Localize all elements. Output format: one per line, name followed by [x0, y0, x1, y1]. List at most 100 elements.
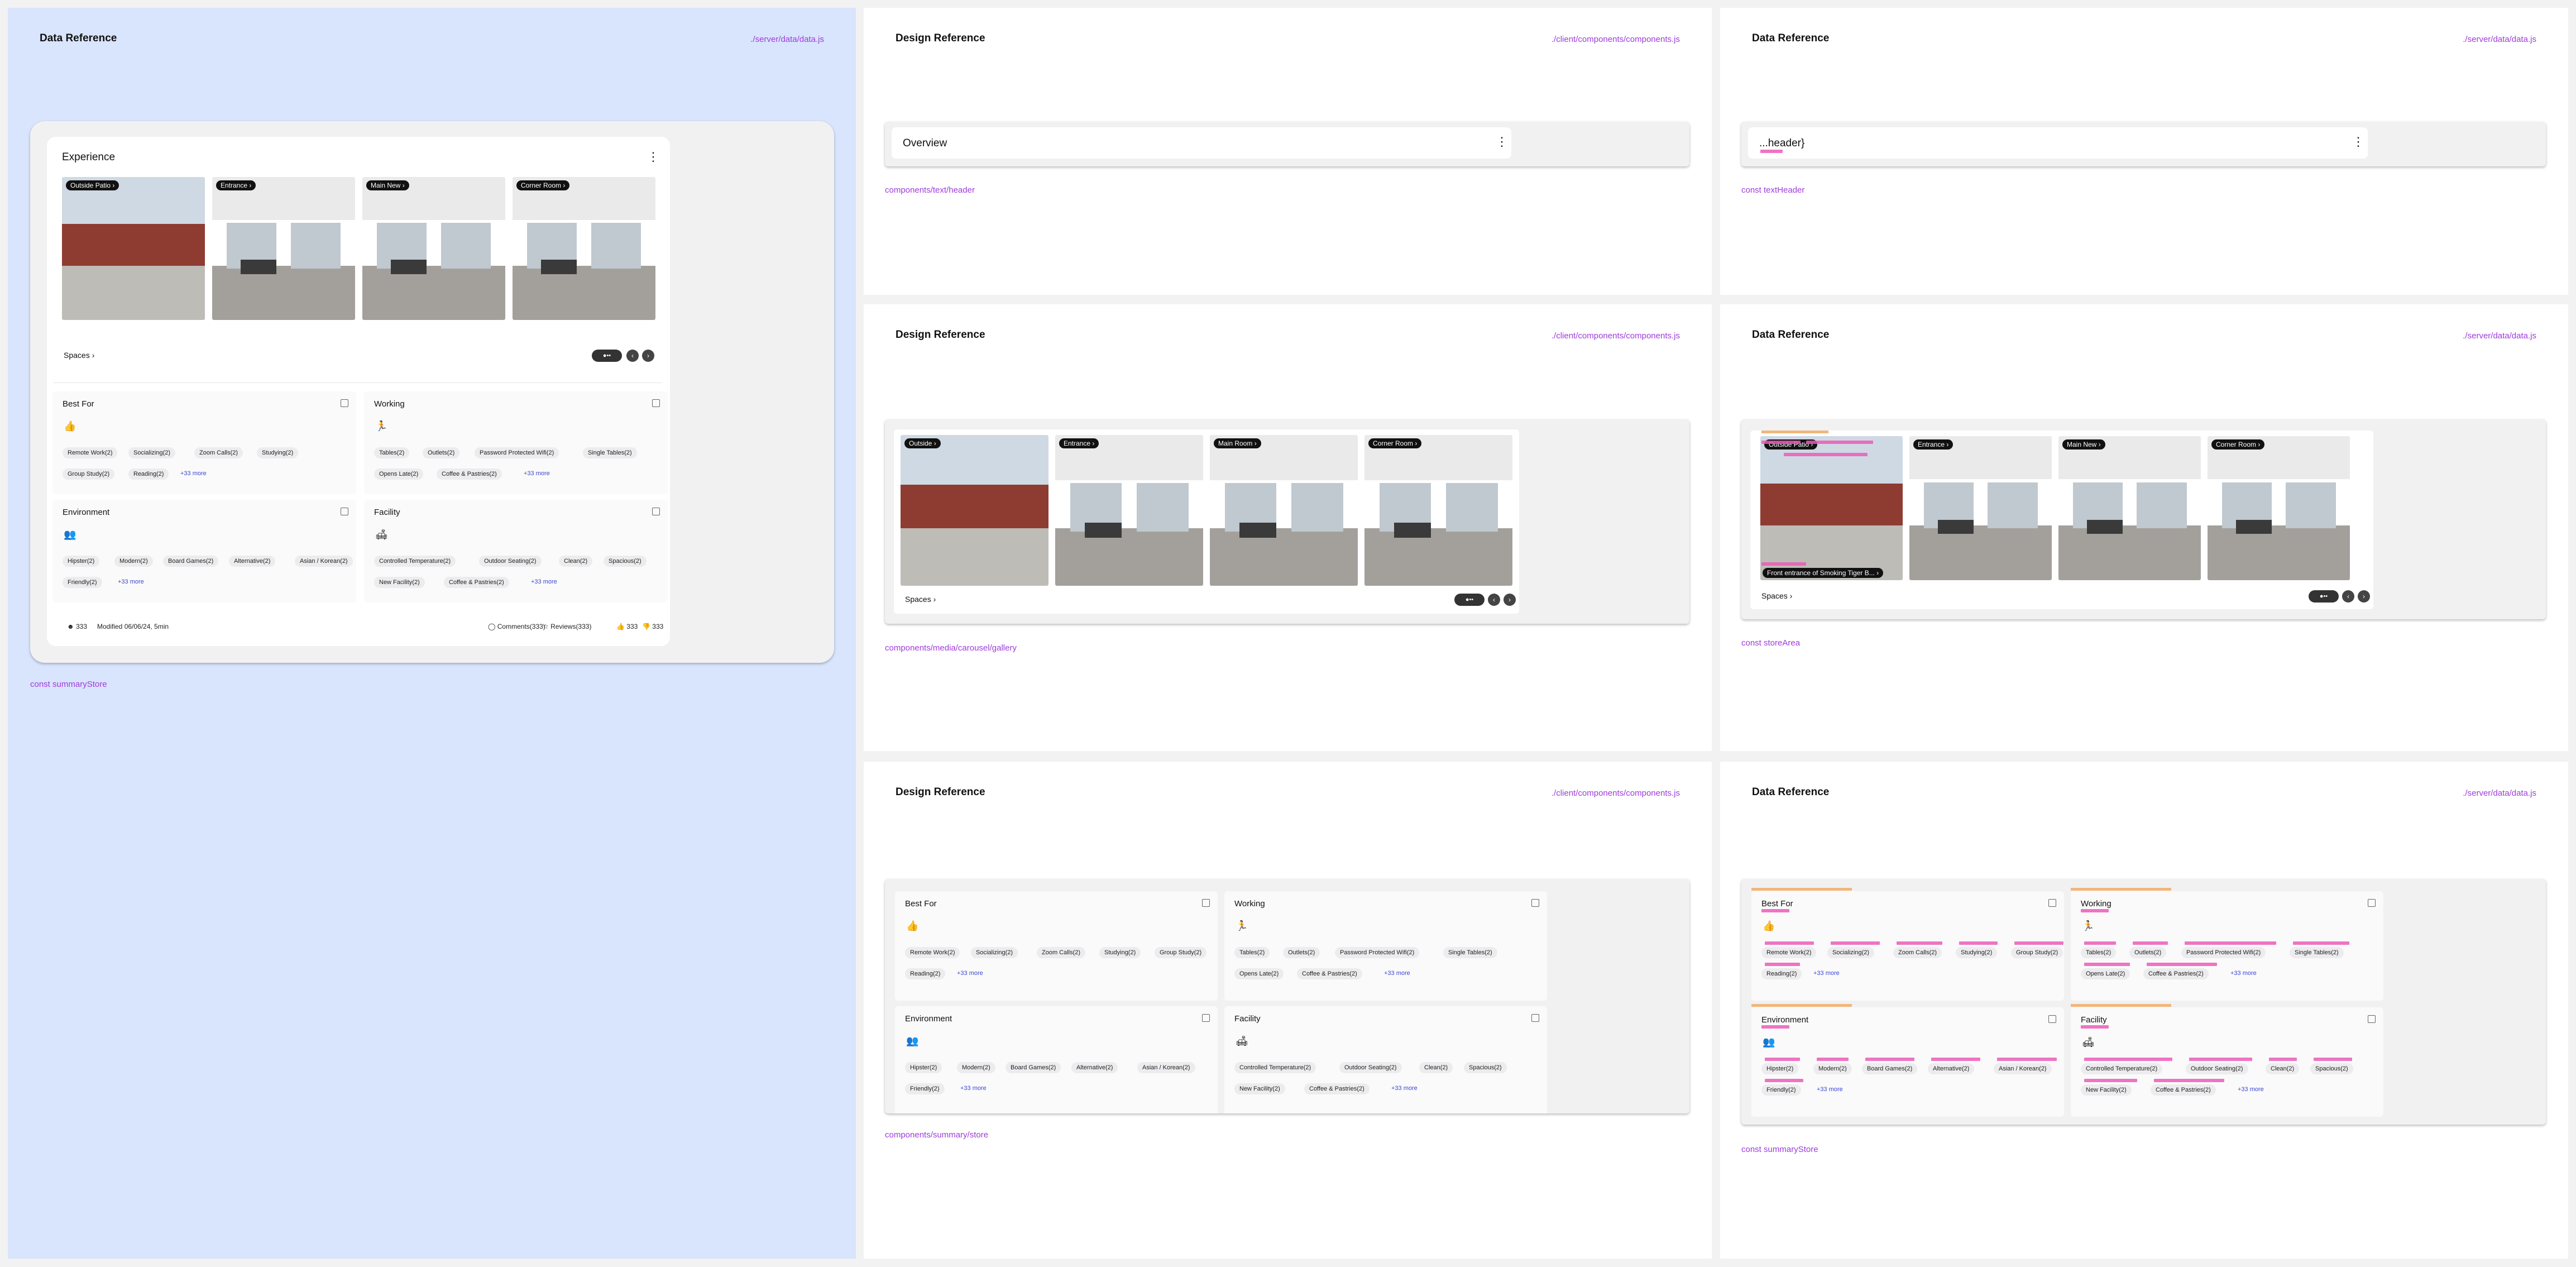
- tag-chip[interactable]: Hipster(2): [63, 556, 100, 567]
- tag-chip[interactable]: Friendly(2): [63, 577, 102, 588]
- component-link[interactable]: components/summary/store: [885, 1130, 988, 1140]
- tag-chip[interactable]: Password Protected Wifi(2): [475, 447, 559, 458]
- more-tags-link[interactable]: +33 more: [1817, 1086, 1843, 1093]
- gallery-photo[interactable]: Corner Room ›: [1364, 435, 1512, 586]
- gallery-photo[interactable]: Entrance ›: [1055, 435, 1203, 586]
- tag-chip[interactable]: Controlled Temperature(2): [1234, 1062, 1316, 1073]
- tag-chip[interactable]: Outdoor Seating(2): [2186, 1063, 2248, 1074]
- tag-chip[interactable]: Spacious(2): [2310, 1063, 2353, 1074]
- tag-chip[interactable]: Opens Late(2): [1234, 968, 1284, 979]
- carousel-prev-button[interactable]: ‹: [626, 350, 639, 362]
- more-tags-link[interactable]: +33 more: [960, 1085, 987, 1092]
- tag-chip[interactable]: Studying(2): [257, 447, 299, 458]
- tag-chip[interactable]: Password Protected Wifi(2): [2181, 947, 2266, 958]
- gallery-photo[interactable]: Main New ›: [2058, 436, 2201, 580]
- tag-chip[interactable]: Friendly(2): [1761, 1084, 1801, 1096]
- more-tags-link[interactable]: +33 more: [118, 578, 144, 585]
- more-tags-link[interactable]: +33 more: [957, 970, 983, 977]
- tag-chip[interactable]: Alternative(2): [1071, 1062, 1118, 1073]
- external-link-icon[interactable]: [1531, 1014, 1539, 1022]
- tag-chip[interactable]: Group Study(2): [2011, 947, 2063, 958]
- spaces-link[interactable]: Spaces ›: [64, 351, 94, 360]
- external-link-icon[interactable]: [1531, 899, 1539, 907]
- tag-chip[interactable]: Modern(2): [114, 556, 153, 567]
- tag-chip[interactable]: Board Games(2): [1005, 1062, 1061, 1073]
- tag-chip[interactable]: Controlled Temperature(2): [374, 556, 456, 567]
- more-options-icon[interactable]: ⋮: [1496, 136, 1508, 148]
- tag-chip[interactable]: Opens Late(2): [2081, 968, 2130, 979]
- tag-chip[interactable]: Outlets(2): [423, 447, 460, 458]
- more-tags-link[interactable]: +33 more: [2230, 970, 2257, 977]
- tag-chip[interactable]: Modern(2): [957, 1062, 995, 1073]
- tag-chip[interactable]: Clean(2): [559, 556, 593, 567]
- tag-chip[interactable]: Remote Work(2): [1761, 947, 1817, 958]
- tag-chip[interactable]: Controlled Temperature(2): [2081, 1063, 2163, 1074]
- tag-chip[interactable]: Reading(2): [1761, 968, 1802, 979]
- tag-chip[interactable]: Board Games(2): [163, 556, 219, 567]
- tag-chip[interactable]: Socializing(2): [971, 947, 1018, 958]
- carousel-next-button[interactable]: ›: [642, 350, 654, 362]
- photo-label[interactable]: Entrance ›: [1913, 439, 1953, 450]
- tag-chip[interactable]: Modern(2): [1813, 1063, 1852, 1074]
- external-link-icon[interactable]: [341, 508, 348, 515]
- photo-label[interactable]: Corner Room ›: [2211, 439, 2265, 450]
- tag-chip[interactable]: Socializing(2): [128, 447, 176, 458]
- photo-label[interactable]: Outside ›: [904, 438, 941, 448]
- tag-chip[interactable]: Tables(2): [374, 447, 410, 458]
- tag-chip[interactable]: New Facility(2): [374, 577, 425, 588]
- tag-chip[interactable]: Asian / Korean(2): [1137, 1062, 1195, 1073]
- tag-chip[interactable]: Alternative(2): [229, 556, 276, 567]
- tag-chip[interactable]: Remote Work(2): [63, 447, 118, 458]
- tag-chip[interactable]: Group Study(2): [1155, 947, 1207, 958]
- external-link-icon[interactable]: [2048, 899, 2056, 907]
- photo-label[interactable]: Entrance ›: [1059, 438, 1099, 448]
- more-tags-link[interactable]: +33 more: [180, 470, 207, 477]
- photo-label[interactable]: Main New ›: [2062, 439, 2105, 450]
- tag-chip[interactable]: Hipster(2): [905, 1062, 942, 1073]
- tag-chip[interactable]: Single Tables(2): [1443, 947, 1497, 958]
- tag-chip[interactable]: Coffee & Pastries(2): [2143, 968, 2209, 979]
- tag-chip[interactable]: Zoom Calls(2): [1893, 947, 1942, 958]
- tag-chip[interactable]: Group Study(2): [63, 468, 115, 480]
- tag-chip[interactable]: Coffee & Pastries(2): [2151, 1084, 2216, 1096]
- reviews-link[interactable]: ☆ Reviews(333): [543, 623, 591, 630]
- tag-chip[interactable]: Spacious(2): [604, 556, 647, 567]
- more-tags-link[interactable]: +33 more: [2238, 1086, 2264, 1093]
- panel-file-path[interactable]: ./server/data/data.js: [2463, 35, 2536, 44]
- external-link-icon[interactable]: [1202, 899, 1210, 907]
- carousel-dots[interactable]: ●••: [2309, 590, 2339, 603]
- panel-file-path[interactable]: ./server/data/data.js: [750, 35, 824, 44]
- external-link-icon[interactable]: [2048, 1015, 2056, 1023]
- gallery-photo[interactable]: Outside ›: [901, 435, 1048, 586]
- source-link[interactable]: const storeArea: [1741, 638, 1800, 648]
- panel-file-path[interactable]: ./client/components/components.js: [1552, 788, 1680, 798]
- tag-chip[interactable]: Spacious(2): [1464, 1062, 1507, 1073]
- spaces-link[interactable]: Spaces ›: [905, 595, 936, 604]
- tag-chip[interactable]: Single Tables(2): [583, 447, 637, 458]
- gallery-photo[interactable]: Main Room ›: [1210, 435, 1358, 586]
- tag-chip[interactable]: Board Games(2): [1862, 1063, 1918, 1074]
- carousel-next-button[interactable]: ›: [1504, 594, 1516, 606]
- tag-chip[interactable]: Tables(2): [1234, 947, 1270, 958]
- source-link[interactable]: const summaryStore: [1741, 1145, 1818, 1154]
- carousel-dots[interactable]: ●••: [592, 350, 622, 362]
- external-link-icon[interactable]: [2368, 899, 2376, 907]
- tag-chip[interactable]: Remote Work(2): [905, 947, 960, 958]
- tag-chip[interactable]: Reading(2): [905, 968, 946, 979]
- tag-chip[interactable]: Socializing(2): [1827, 947, 1875, 958]
- tag-chip[interactable]: Alternative(2): [1928, 1063, 1975, 1074]
- source-link[interactable]: const textHeader: [1741, 185, 1804, 195]
- gallery-photo[interactable]: Corner Room ›: [513, 177, 655, 320]
- dislike-button[interactable]: 👎 333: [642, 623, 663, 630]
- tag-chip[interactable]: Outlets(2): [1283, 947, 1320, 958]
- tag-chip[interactable]: Zoom Calls(2): [194, 447, 243, 458]
- panel-file-path[interactable]: ./server/data/data.js: [2463, 331, 2536, 341]
- tag-chip[interactable]: Studying(2): [1956, 947, 1998, 958]
- tag-chip[interactable]: Coffee & Pastries(2): [1297, 968, 1362, 979]
- panel-file-path[interactable]: ./client/components/components.js: [1552, 331, 1680, 341]
- gallery-photo[interactable]: Corner Room ›: [2208, 436, 2350, 580]
- photo-label[interactable]: Corner Room ›: [516, 180, 570, 190]
- tag-chip[interactable]: Coffee & Pastries(2): [444, 577, 509, 588]
- photo-label[interactable]: Corner Room ›: [1368, 438, 1422, 448]
- tag-chip[interactable]: Coffee & Pastries(2): [1304, 1083, 1370, 1094]
